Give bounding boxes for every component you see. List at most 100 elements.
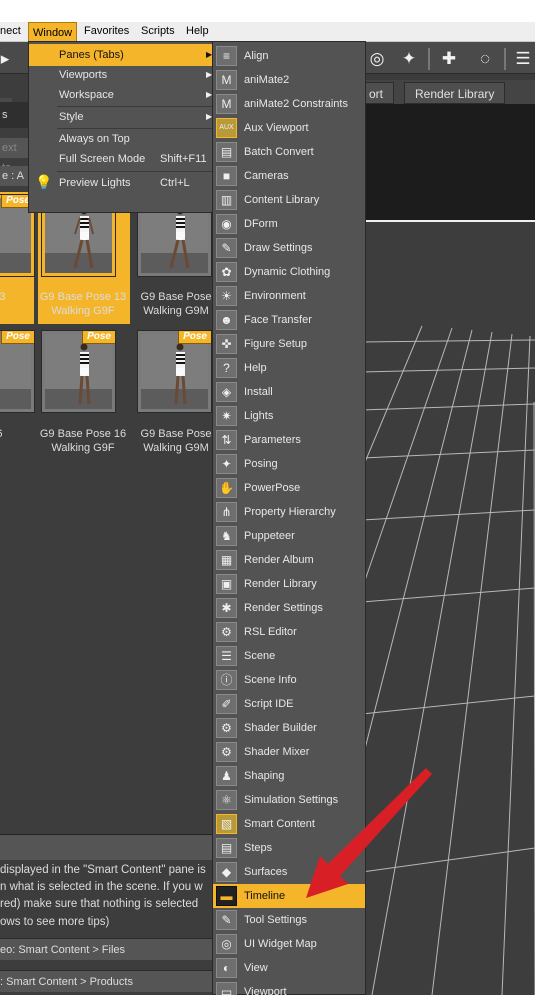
panes-item-label: View	[244, 962, 268, 974]
tips-text-line: displayed in the "Smart Content" pane is	[0, 864, 206, 876]
render-library-icon: ▣	[216, 574, 237, 594]
video-link-files[interactable]: eo: Smart Content > Files	[0, 938, 213, 960]
panes-item-align[interactable]: ≡ Align	[213, 44, 365, 68]
thumb-label: Walking G9F	[51, 442, 115, 454]
panes-item-shader-mixer[interactable]: ⚙ Shader Mixer	[213, 740, 365, 764]
install-icon: ◈	[216, 382, 237, 402]
menu-item-full-screen[interactable]: Full Screen Mode Shift+F11	[29, 148, 215, 170]
panes-item-posing[interactable]: ✦ Posing	[213, 452, 365, 476]
panes-item-figure-setup[interactable]: ✜ Figure Setup	[213, 332, 365, 356]
lights-icon: ✷	[216, 406, 237, 426]
panes-item-content-library[interactable]: ▥ Content Library	[213, 188, 365, 212]
bulb-icon: 💡	[35, 174, 53, 190]
panes-item-label: Face Transfer	[244, 314, 312, 326]
panes-item-aux-viewport[interactable]: AUX Aux Viewport	[213, 116, 365, 140]
panes-item-render-album[interactable]: ▦ Render Album	[213, 548, 365, 572]
view-icon: ◐	[216, 958, 237, 978]
panes-item-draw-settings[interactable]: ✎ Draw Settings	[213, 236, 365, 260]
panes-item-label: Shaping	[244, 770, 285, 782]
menu-item-always-on-top[interactable]: Always on Top	[29, 128, 215, 150]
panes-item-property-hierarchy[interactable]: ⋔ Property Hierarchy	[213, 500, 365, 524]
script-ide-icon: ✐	[216, 694, 237, 714]
panes-item-install[interactable]: ◈ Install	[213, 380, 365, 404]
video-link-products[interactable]: : Smart Content > Products	[0, 970, 213, 992]
menu-item-viewports[interactable]: Viewports ▶	[29, 64, 215, 86]
panes-item-parameters[interactable]: ⇅ Parameters	[213, 428, 365, 452]
panes-item-face-transfer[interactable]: ☻ Face Transfer	[213, 308, 365, 332]
menu-help[interactable]: Help	[186, 25, 209, 37]
thumb-label: 9B	[0, 441, 34, 455]
camera-icon: ■	[216, 166, 237, 186]
render-settings-icon: ✱	[216, 598, 237, 618]
pose-thumbnail[interactable]: Pose	[137, 330, 212, 413]
panes-item-scene[interactable]: ☰ Scene	[213, 644, 365, 668]
dial-icon[interactable]: ◎	[366, 48, 388, 70]
menu-scripts[interactable]: Scripts	[141, 25, 175, 37]
app-window: nect Window Favorites Scripts Help ▸ ◎ ✦…	[0, 22, 535, 995]
property-hierarchy-icon: ⋔	[216, 502, 237, 522]
panes-item-lights[interactable]: ✷ Lights	[213, 404, 365, 428]
widget-map-icon: ◎	[216, 934, 237, 954]
panes-item-help[interactable]: ? Help	[213, 356, 365, 380]
pose-badge: Pose	[82, 331, 115, 344]
panes-item-animate2[interactable]: ManiMate2	[213, 68, 365, 92]
panes-item-rsl-editor[interactable]: ⚙ RSL Editor	[213, 620, 365, 644]
panes-item-script-ide[interactable]: ✐ Script IDE	[213, 692, 365, 716]
tips-text-line: red) make sure that nothing is selected	[0, 898, 199, 910]
timeline-icon: ▬	[216, 886, 237, 906]
panes-item-shader-builder[interactable]: ⚙ Shader Builder	[213, 716, 365, 740]
panes-item-animate2-constraints[interactable]: ManiMate2 Constraints	[213, 92, 365, 116]
menu-window[interactable]: Window	[28, 22, 78, 42]
panes-item-dynamic-clothing[interactable]: ✿ Dynamic Clothing	[213, 260, 365, 284]
environment-icon: ☀	[216, 286, 237, 306]
panes-item-environment[interactable]: ☀ Environment	[213, 284, 365, 308]
red-pointer-arrow	[306, 768, 432, 898]
pose-thumbnail[interactable]: Pose	[41, 330, 116, 413]
thumb-label: Walking G9M	[143, 305, 209, 317]
panes-item-ui-widget-map[interactable]: ◎ UI Widget Map	[213, 932, 365, 956]
filter-input[interactable]: ext to	[0, 138, 28, 174]
panes-item-batch-convert[interactable]: ▤ Batch Convert	[213, 140, 365, 164]
animate-icon: M	[216, 70, 237, 90]
align-icon: ≡	[216, 46, 237, 66]
posing-icon: ✦	[216, 454, 237, 474]
menu-item-workspace[interactable]: Workspace ▶	[29, 84, 215, 106]
panes-item-cameras[interactable]: ■ Cameras	[213, 164, 365, 188]
viewport-tabs: ort Render Library	[358, 80, 535, 104]
pose-badge: Pose	[178, 331, 211, 344]
panes-item-scene-info[interactable]: ⓘ Scene Info	[213, 668, 365, 692]
panes-item-viewport[interactable]: ▭ Viewport	[213, 980, 365, 995]
panes-item-view[interactable]: ◐ View	[213, 956, 365, 980]
panes-item-render-library[interactable]: ▣ Render Library	[213, 572, 365, 596]
walking-figure-image	[169, 207, 190, 269]
tab-render-library[interactable]: Render Library	[404, 82, 506, 104]
panes-item-label: PowerPose	[244, 482, 301, 494]
panes-item-label: Batch Convert	[244, 146, 314, 158]
pose-thumbnail[interactable]: Pose	[0, 330, 35, 413]
panes-item-puppeteer[interactable]: ♞ Puppeteer	[213, 524, 365, 548]
menu-item-panes-tabs[interactable]: Panes (Tabs) ▶	[29, 44, 215, 66]
walking-figure-image	[78, 343, 91, 405]
shader-mixer-icon: ⚙	[216, 742, 237, 762]
dotted-circle-icon[interactable]: ◌	[474, 48, 496, 70]
menu-favorites[interactable]: Favorites	[84, 25, 129, 37]
panes-item-powerpose[interactable]: ✋ PowerPose	[213, 476, 365, 500]
arrow-icon[interactable]: ▸	[0, 48, 16, 70]
panes-item-label: Render Settings	[244, 602, 323, 614]
light-add-icon[interactable]: ✚	[438, 48, 460, 70]
thumb-label: Walking G9M	[143, 442, 209, 454]
panel-icon[interactable]: ☰	[512, 48, 534, 70]
panes-item-render-settings[interactable]: ✱ Render Settings	[213, 596, 365, 620]
thumb-label: G9 Base Pose	[140, 291, 212, 303]
menu-item-style[interactable]: Style ▶	[29, 106, 215, 128]
menu-item-preview-lights[interactable]: 💡 Preview Lights Ctrl+L	[29, 172, 215, 194]
panes-item-label: RSL Editor	[244, 626, 297, 638]
dform-icon: ◉	[216, 214, 237, 234]
panes-item-dform[interactable]: ◉ DForm	[213, 212, 365, 236]
clothing-icon: ✿	[216, 262, 237, 282]
spotlight-icon[interactable]: ✦	[398, 48, 420, 70]
panes-item-label: Aux Viewport	[244, 122, 309, 134]
render-album-icon: ▦	[216, 550, 237, 570]
menu-connect[interactable]: nect	[0, 25, 21, 37]
panes-item-tool-settings[interactable]: ✎ Tool Settings	[213, 908, 365, 932]
